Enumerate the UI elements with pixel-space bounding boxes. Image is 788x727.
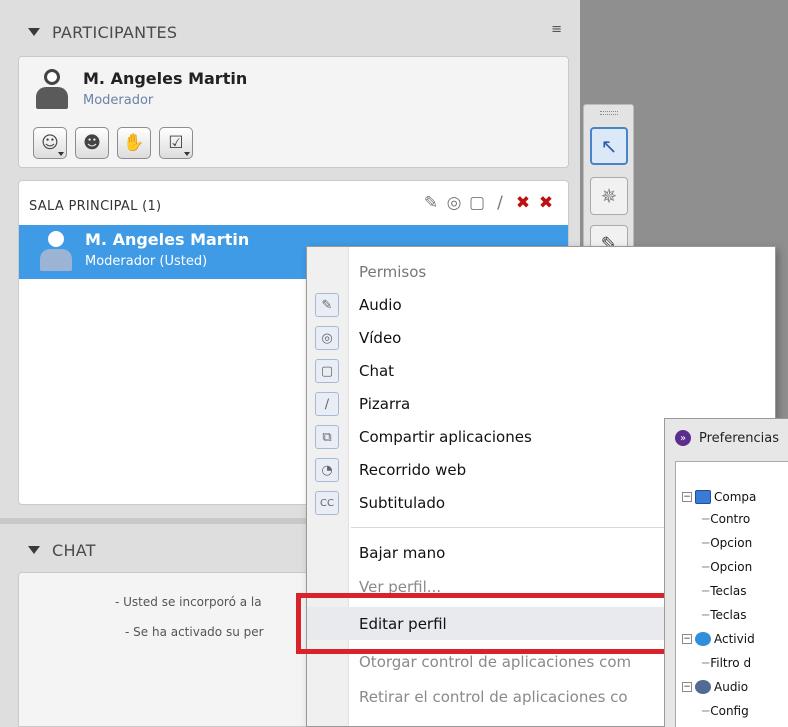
tree-item[interactable]: − Compa: [682, 486, 756, 508]
tree-label: Compa: [714, 490, 757, 504]
tree-item[interactable]: ─ Contro: [702, 508, 750, 530]
participants-header[interactable]: PARTICIPANTES ≡: [10, 12, 578, 52]
tree-label: Teclas: [710, 584, 747, 598]
tree-item[interactable]: ─ Opcion: [702, 532, 752, 554]
profile-button[interactable]: ☻: [75, 127, 109, 159]
menu-item-label: Vídeo: [359, 328, 402, 347]
menu-section-label: Permisos: [359, 262, 427, 281]
permission-icons-row: ✎ ◎ ▢ ∕ ✖ ✖: [421, 193, 556, 213]
chat-permission-icon[interactable]: ▢: [467, 193, 487, 213]
pointer-icon: ↖: [600, 134, 618, 158]
select-tool-button[interactable]: ↖: [590, 127, 628, 165]
chat-title: CHAT: [52, 540, 96, 560]
collapse-triangle-icon[interactable]: [28, 28, 40, 36]
whiteboard-permission-icon[interactable]: ∕: [490, 193, 510, 213]
menu-item-audio[interactable]: ✎ Audio: [307, 288, 775, 321]
app-share-icon: ⧉: [315, 425, 339, 449]
menu-item-whiteboard[interactable]: ∕ Pizarra: [307, 387, 775, 420]
globe-icon: ◔: [315, 458, 339, 482]
collapse-triangle-icon[interactable]: [28, 546, 40, 554]
tree-item[interactable]: ─ Opcion: [702, 556, 752, 578]
profile-icon: ☻: [83, 133, 101, 153]
room-title: SALA PRINCIPAL (1): [29, 199, 162, 214]
tree-item[interactable]: − Audio: [682, 676, 748, 698]
menu-section-permisos: Permisos: [307, 255, 775, 288]
my-role: Moderador: [83, 93, 154, 108]
tree-label: Opcion: [710, 536, 753, 550]
dropdown-caret-icon: [184, 152, 190, 156]
chat-bubble-icon: ▢: [315, 359, 339, 383]
avatar-icon: [39, 231, 73, 273]
menu-item-label: Retirar el control de aplicaciones co: [359, 687, 628, 706]
microphone-icon: ✎: [315, 293, 339, 317]
tree-label: Filtro d: [710, 656, 752, 670]
preferences-title: Preferencias: [699, 430, 780, 446]
menu-item-label: Compartir aplicaciones: [359, 427, 532, 446]
participants-title: PARTICIPANTES: [52, 22, 178, 42]
raise-hand-icon: ✋: [123, 133, 145, 153]
audio-user-icon: [695, 680, 711, 694]
menu-item-chat[interactable]: ▢ Chat: [307, 354, 775, 387]
poll-response-button[interactable]: ☑: [159, 127, 193, 159]
dropdown-caret-icon: [58, 152, 64, 156]
tree-item[interactable]: ─ Filtro d: [702, 652, 751, 674]
tree-label: Opcion: [710, 560, 753, 574]
tree-expander-icon[interactable]: −: [682, 492, 692, 502]
video-permission-icon[interactable]: ◎: [444, 193, 464, 213]
app-share-permission-icon[interactable]: ✖: [513, 193, 533, 213]
app-logo-icon: »: [675, 430, 691, 446]
preferences-window: » Preferencias − Compa ─ Contro ─ Opcion ─…: [664, 418, 788, 727]
whiteboard-toolbar: ↖ ✵ ✎: [583, 104, 634, 263]
menu-item-label: Otorgar control de aplicaciones com: [359, 652, 632, 671]
tree-item[interactable]: ─ Teclas: [702, 580, 746, 602]
participant-name: M. Angeles Martin: [85, 230, 250, 249]
tree-label: Config: [710, 704, 749, 718]
chat-message: - Se ha activado su per: [125, 625, 264, 639]
menu-item-label: Pizarra: [359, 394, 411, 413]
tree-item[interactable]: − Activid: [682, 628, 755, 650]
closed-caption-icon: CC: [315, 491, 339, 515]
preferences-titlebar[interactable]: » Preferencias: [665, 419, 788, 457]
toolbar-grip-handle[interactable]: [600, 111, 618, 115]
tree-label: Teclas: [710, 608, 747, 622]
my-name: M. Angeles Martin: [83, 69, 248, 88]
my-status-card: M. Angeles Martin Moderador ☺ ☻ ✋ ☑: [18, 56, 569, 168]
menu-item-label: Subtitulado: [359, 493, 446, 512]
audio-permission-icon[interactable]: ✎: [421, 193, 441, 213]
participants-menu-icon[interactable]: ≡: [551, 22, 562, 37]
tree-expander-icon[interactable]: −: [682, 682, 692, 692]
menu-item-video[interactable]: ◎ Vídeo: [307, 321, 775, 354]
tree-item[interactable]: ─ Config: [702, 700, 749, 722]
menu-item-label: Chat: [359, 361, 395, 380]
tree-label: Audio: [714, 680, 749, 694]
tree-label: Contro: [710, 512, 751, 526]
checkbox-icon: ☑: [168, 133, 184, 153]
menu-item-label: Bajar mano: [359, 543, 446, 562]
chat-message: - Usted se incorporó a la: [115, 595, 262, 609]
emotion-icon: ☺: [41, 133, 59, 153]
menu-item-label: Audio: [359, 295, 402, 314]
pencil-icon: ∕: [315, 392, 339, 416]
tree-item[interactable]: ─ Teclas: [702, 604, 746, 626]
avatar-icon: [35, 69, 69, 111]
activity-icon: [695, 632, 711, 646]
tree-label: Activid: [714, 632, 755, 646]
spotlight-icon: ✵: [600, 184, 618, 208]
highlight-annotation-box: [296, 593, 676, 654]
participant-role: Moderador (Usted): [85, 254, 208, 269]
menu-item-label: Recorrido web: [359, 460, 467, 479]
emotion-button[interactable]: ☺: [33, 127, 67, 159]
webcam-icon: ◎: [315, 326, 339, 350]
monitor-icon: [695, 490, 711, 504]
preferences-tree: − Compa ─ Contro ─ Opcion ─ Opcion ─ Teclas …: [675, 461, 788, 727]
raise-hand-button[interactable]: ✋: [117, 127, 151, 159]
tree-expander-icon[interactable]: −: [682, 634, 692, 644]
spotlight-tool-button[interactable]: ✵: [590, 177, 628, 215]
status-toolbar: ☺ ☻ ✋ ☑: [33, 127, 193, 159]
web-tour-permission-icon[interactable]: ✖: [536, 193, 556, 213]
